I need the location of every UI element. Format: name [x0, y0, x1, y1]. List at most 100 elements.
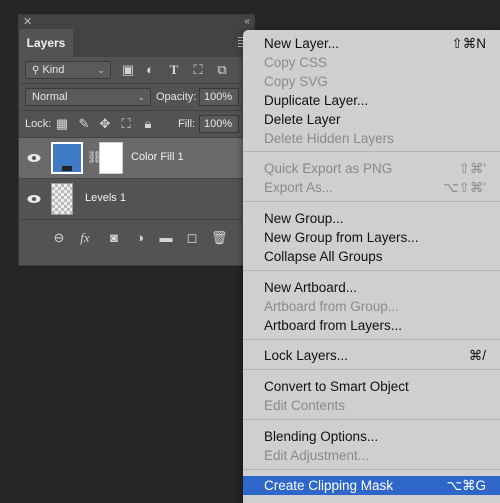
lock-all-icon[interactable]: 🔒︎ — [141, 117, 155, 131]
menu-separator — [243, 151, 500, 152]
layer-name: Color Fill 1 — [131, 151, 184, 163]
fx-icon[interactable]: fx — [77, 230, 93, 246]
menu-item-label: Lock Layers... — [264, 348, 349, 363]
menu-item-convert-to-smart-object[interactable]: Convert to Smart Object — [243, 377, 500, 396]
menu-item-delete-hidden-layers: Delete Hidden Layers — [243, 129, 500, 148]
blend-mode-select[interactable]: Normal ⌄ — [25, 88, 151, 106]
shape-filter-icon[interactable]: ⛶ — [191, 63, 205, 77]
menu-item-create-clipping-mask[interactable]: Create Clipping Mask ⌥⌘G — [243, 476, 500, 495]
eye-icon[interactable] — [27, 152, 41, 164]
menu-item-new-layer[interactable]: New Layer... ⇧⌘N — [243, 34, 500, 53]
menu-item-shortcut: ⌥⇧⌘' — [443, 180, 486, 195]
menu-item-label: Collapse All Groups — [264, 249, 383, 264]
menu-item-label: Copy CSS — [264, 55, 328, 70]
opacity-input[interactable]: 100% — [199, 88, 239, 106]
menu-item-lock-layers[interactable]: Lock Layers... ⌘/ — [243, 346, 500, 365]
panel-title-bar: ✕ ‹‹ — [19, 15, 254, 29]
smart-object-filter-icon[interactable]: ⧉ — [215, 63, 229, 77]
layer-name: Levels 1 — [85, 192, 126, 204]
menu-item-label: Duplicate Layer... — [264, 93, 369, 108]
close-panel-icon[interactable]: ✕ — [23, 15, 32, 29]
image-filter-icon[interactable]: ▣ — [121, 63, 135, 77]
menu-item-duplicate-layer[interactable]: Duplicate Layer... — [243, 91, 500, 110]
layers-panel: ✕ ‹‹ Layers ⚲ Kind ⌄ ▣ ◐ T ⛶ ⧉ Normal ⌄ … — [18, 14, 255, 266]
layer-row-color-fill[interactable]: ⛓ Color Fill 1 — [19, 138, 254, 179]
blend-mode-value: Normal — [32, 91, 68, 103]
new-layer-icon[interactable]: ◻ — [184, 230, 200, 246]
chevron-down-icon: ⌄ — [97, 65, 105, 75]
link-layers-icon[interactable]: ⊖ — [51, 230, 67, 246]
menu-separator — [243, 369, 500, 370]
menu-separator — [243, 270, 500, 271]
menu-item-new-artboard[interactable]: New Artboard... — [243, 278, 500, 297]
menu-item-label: Artboard from Group... — [264, 299, 400, 314]
layers-context-menu: New Layer... ⇧⌘N Copy CSS Copy SVG Duplic… — [243, 30, 500, 503]
menu-item-artboard-from-group: Artboard from Group... — [243, 297, 500, 316]
menu-item-label: Delete Hidden Layers — [264, 131, 394, 146]
adjustment-layer-icon[interactable]: ◑ — [132, 230, 148, 246]
menu-item-copy-svg: Copy SVG — [243, 72, 500, 91]
lock-artboard-icon[interactable]: ⛶ — [119, 117, 133, 131]
menu-item-label: New Artboard... — [264, 280, 358, 295]
menu-separator — [243, 339, 500, 340]
menu-item-shortcut: ⌘/ — [468, 348, 486, 363]
menu-item-new-group-from-layers[interactable]: New Group from Layers... — [243, 228, 500, 247]
menu-item-label: Convert to Smart Object — [264, 379, 409, 394]
menu-separator — [243, 419, 500, 420]
filter-kind-select[interactable]: ⚲ Kind ⌄ — [25, 61, 111, 79]
menu-item-label: Blending Options... — [264, 429, 379, 444]
menu-item-edit-adjustment: Edit Adjustment... — [243, 446, 500, 465]
menu-item-label: Copy SVG — [264, 74, 328, 89]
menu-separator — [243, 201, 500, 202]
filter-kind-value: Kind — [42, 64, 65, 76]
eye-icon[interactable] — [27, 193, 41, 205]
panel-tab-row: Layers — [19, 29, 254, 57]
blend-row: Normal ⌄ Opacity: 100% — [19, 84, 254, 110]
folder-icon[interactable]: ▬ — [158, 230, 174, 246]
menu-item-shortcut: ⌥⌘G — [446, 478, 486, 493]
menu-item-artboard-from-layers[interactable]: Artboard from Layers... — [243, 316, 500, 335]
search-icon: ⚲ — [32, 65, 40, 76]
menu-item-label: Artboard from Layers... — [264, 318, 403, 333]
menu-item-label: Quick Export as PNG — [264, 161, 393, 176]
menu-item-label: Export As... — [264, 180, 334, 195]
tab-layers[interactable]: Layers — [19, 29, 73, 57]
menu-item-copy-css: Copy CSS — [243, 53, 500, 72]
layer-mask-thumbnail — [99, 142, 123, 174]
menu-item-label: Create Clipping Mask — [264, 478, 394, 493]
menu-item-edit-contents: Edit Contents — [243, 396, 500, 415]
menu-item-blending-options[interactable]: Blending Options... — [243, 427, 500, 446]
add-mask-icon[interactable]: ◙ — [106, 230, 122, 246]
chevron-down-icon: ⌄ — [137, 92, 145, 102]
layer-mask-thumbnail — [51, 183, 73, 215]
menu-item-label: Edit Contents — [264, 398, 346, 413]
menu-separator — [243, 469, 500, 470]
menu-item-delete-layer[interactable]: Delete Layer — [243, 110, 500, 129]
lock-label: Lock: — [25, 118, 52, 130]
lock-position-icon[interactable]: ✥ — [98, 117, 112, 131]
menu-item-label: New Group... — [264, 211, 344, 226]
menu-item-label: New Layer... — [264, 36, 340, 51]
layer-row-levels[interactable]: Levels 1 — [19, 179, 254, 220]
panel-footer: ⊖ fx ◙ ◑ ▬ ◻ 🗑︎ — [19, 220, 254, 258]
fill-input[interactable]: 100% — [199, 115, 239, 133]
lock-transparent-icon[interactable]: ▦ — [55, 117, 69, 131]
trash-icon[interactable]: 🗑︎ — [211, 230, 228, 246]
type-filter-icon[interactable]: T — [167, 63, 181, 77]
opacity-label: Opacity: — [156, 91, 197, 103]
collapse-panel-icon[interactable]: ‹‹ — [244, 15, 250, 29]
fill-label: Fill: — [178, 118, 196, 130]
menu-item-label: Edit Adjustment... — [264, 448, 370, 463]
menu-item-label: New Group from Layers... — [264, 230, 419, 245]
menu-item-collapse-all-groups[interactable]: Collapse All Groups — [243, 247, 500, 266]
lock-row: Lock: ▦ ✎ ✥ ⛶ 🔒︎ Fill: 100% — [19, 111, 254, 137]
filter-row: ⚲ Kind ⌄ ▣ ◐ T ⛶ ⧉ — [19, 57, 254, 83]
adjustment-filter-icon[interactable]: ◐ — [143, 63, 157, 77]
menu-item-shortcut: ⇧⌘' — [458, 161, 486, 176]
menu-item-export-as: Export As... ⌥⇧⌘' — [243, 178, 500, 197]
layer-thumbnail — [51, 142, 83, 174]
menu-item-shortcut: ⇧⌘N — [451, 36, 486, 51]
menu-item-label: Delete Layer — [264, 112, 341, 127]
lock-image-brush-icon[interactable]: ✎ — [77, 117, 91, 131]
menu-item-new-group[interactable]: New Group... — [243, 209, 500, 228]
